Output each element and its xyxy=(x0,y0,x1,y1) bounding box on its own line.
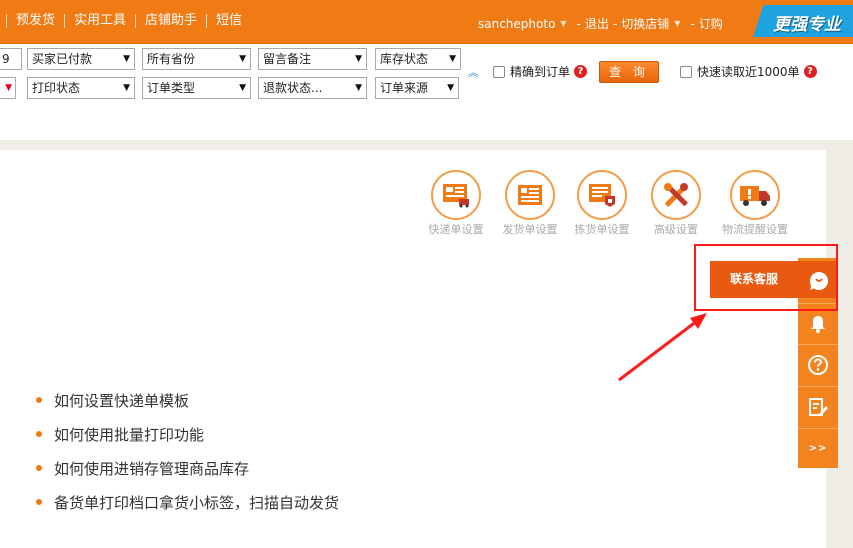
annotation-arrow-icon xyxy=(618,313,707,382)
